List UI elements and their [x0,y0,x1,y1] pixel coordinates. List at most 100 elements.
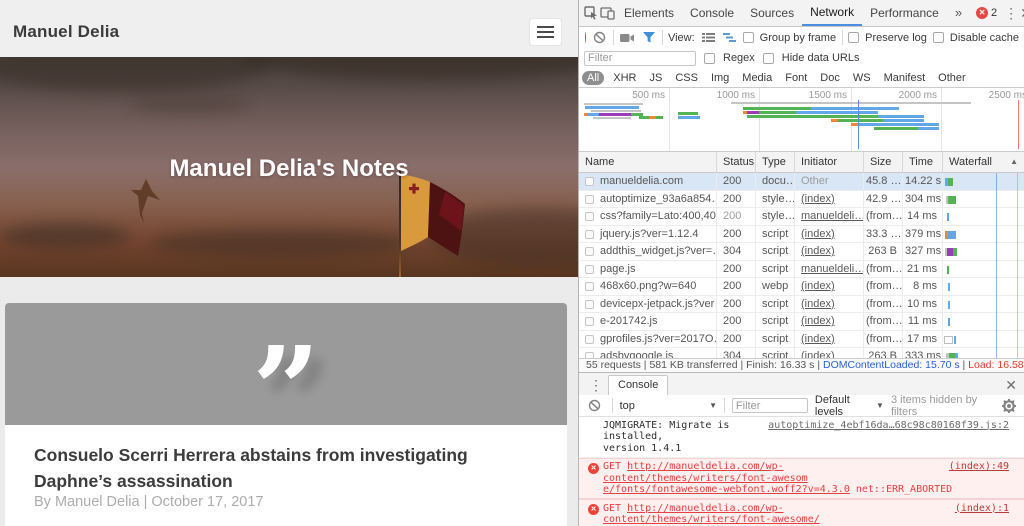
console-message-error[interactable]: ✕GET http://manueldelia.com/wp-content/t… [579,499,1024,526]
sort-arrow-icon[interactable]: ▲ [1010,152,1018,172]
network-table-body: manueldelia.com200docu…Other45.8 …14.22 … [579,173,1024,358]
record-icon[interactable] [585,32,586,43]
tab-performance[interactable]: Performance [862,0,947,26]
overview-request-bar [743,107,811,110]
initiator-link[interactable]: (index) [801,280,835,292]
type-filter-xhr[interactable]: XHR [613,72,636,84]
network-request-row[interactable]: jquery.js?ver=1.12.4200script(index)33.3… [579,226,1024,244]
network-request-row[interactable]: adsbygoogle.js304script(index)263 B333 m… [579,348,1024,358]
regex-checkbox[interactable] [704,53,715,64]
column-header-waterfall[interactable]: Waterfall▲ [943,152,1024,173]
type-filter-other[interactable]: Other [938,72,966,84]
tab-console-drawer[interactable]: Console [608,375,668,395]
devtools-close-icon[interactable]: ✕ [1020,3,1024,23]
network-request-row[interactable]: e-201742.js200script(index)(from…11 ms [579,313,1024,331]
execution-context-select[interactable]: top ▼ [620,400,717,412]
article-title-link[interactable]: Consuelo Scerri Herrera abstains from in… [34,442,514,495]
tab-network[interactable]: Network [802,0,862,26]
column-header-status[interactable]: Status [717,152,756,173]
console-source-link[interactable]: (index):1 [955,503,1009,526]
device-toolbar-icon[interactable] [600,3,615,23]
waterfall-bar [953,248,957,256]
network-overview-timeline[interactable]: 500 ms1000 ms1500 ms2000 ms2500 ms [579,88,1024,152]
type-filter-all[interactable]: All [582,71,604,85]
devtools-menu-kebab-icon[interactable]: ⋮ [1004,3,1018,23]
column-header-name[interactable]: Name [579,152,717,173]
disable-cache-checkbox[interactable] [933,32,944,43]
load-time: Load: 16.58 s [968,359,1024,371]
request-status: 200 [717,173,756,191]
error-count-badge[interactable]: ✕ 2 [976,7,997,19]
type-filter-manifest[interactable]: Manifest [884,72,926,84]
initiator-link[interactable]: (index) [801,193,835,205]
console-message-error[interactable]: ✕GET http://manueldelia.com/wp-content/t… [579,458,1024,500]
request-type: script [756,348,795,358]
inspect-element-icon[interactable] [584,3,598,23]
initiator-link[interactable]: (index) [801,245,835,257]
console-settings-gear-icon[interactable] [1000,396,1018,416]
network-request-row[interactable]: css?family=Lato:400,40…200style…manuelde… [579,208,1024,226]
network-filter-input[interactable] [584,51,696,66]
filter-funnel-icon[interactable] [643,28,655,48]
initiator-link[interactable]: (index) [801,315,835,327]
column-header-size[interactable]: Size [864,152,903,173]
type-filter-font[interactable]: Font [785,72,807,84]
tab-console[interactable]: Console [682,0,742,26]
overview-request-bar [878,115,924,118]
initiator-link[interactable]: (index) [801,350,835,358]
network-request-row[interactable]: addthis_widget.js?ver=…304script(index)2… [579,243,1024,261]
initiator-link[interactable]: (index) [801,228,835,240]
quote-block[interactable]: ” [5,303,567,425]
column-header-initiator[interactable]: Initiator [795,152,864,173]
network-request-row[interactable]: devicepx-jetpack.js?ver…200script(index)… [579,296,1024,314]
initiator-link[interactable]: manueldeli… [801,210,864,222]
network-request-row[interactable]: page.js200scriptmanueldeli…(from…21 ms [579,261,1024,279]
capture-screenshots-icon[interactable] [620,28,635,48]
type-filter-css[interactable]: CSS [675,72,698,84]
network-request-row[interactable]: manueldelia.com200docu…Other45.8 …14.22 … [579,173,1024,191]
column-header-type[interactable]: Type [756,152,795,173]
waterfall-bar [944,336,953,344]
preserve-log-checkbox[interactable] [848,32,859,43]
group-by-frame-checkbox[interactable] [743,32,754,43]
log-levels-select[interactable]: Default levels ▼ [815,394,884,418]
type-filter-js[interactable]: JS [649,72,662,84]
network-request-row[interactable]: gprofiles.js?ver=2017O…200script(index)(… [579,331,1024,349]
overview-tick-label: 1000 ms [717,90,759,101]
view-list-icon[interactable] [702,28,715,48]
drawer-menu-kebab-icon[interactable]: ⋮ [589,377,603,394]
view-waterfall-icon[interactable] [723,28,736,48]
tab-elements[interactable]: Elements [616,0,682,26]
type-filter-doc[interactable]: Doc [820,72,840,84]
network-request-row[interactable]: 468x60.png?w=640200webp(index)(from…8 ms [579,278,1024,296]
error-icon: ✕ [588,504,599,515]
console-message-log[interactable]: JQMIGRATE: Migrate is installed,autoptim… [579,417,1024,458]
initiator-link[interactable]: (index) [801,298,835,310]
more-tabs-icon[interactable]: » [947,0,970,26]
console-source-link[interactable]: (index):49 [949,461,1009,484]
console-url-link[interactable]: e/fonts/fontawesome-webfont.woff2?v=4.3.… [603,484,850,495]
column-header-time[interactable]: Time [903,152,943,173]
initiator-link[interactable]: manueldeli… [801,263,864,275]
clear-icon[interactable] [593,28,606,48]
console-message-text: version 1.4.1 [603,443,681,454]
type-filter-media[interactable]: Media [742,72,772,84]
hide-data-urls-checkbox[interactable] [763,53,774,64]
hamburger-menu-icon[interactable] [530,19,561,45]
request-time: 17 ms [903,331,943,349]
tab-sources[interactable]: Sources [742,0,802,26]
console-url-link[interactable]: http://manueldelia.com/wp-content/themes… [603,461,808,484]
network-table-header[interactable]: NameStatusTypeInitiatorSizeTimeWaterfall… [579,152,1024,173]
initiator-link[interactable]: (index) [801,333,835,345]
request-time: 304 ms [903,191,943,209]
console-url-link[interactable]: http://manueldelia.com/wp-content/themes… [603,503,820,526]
request-waterfall [943,296,1024,314]
overview-request-bar [585,106,639,109]
type-filter-img[interactable]: Img [711,72,729,84]
network-request-row[interactable]: autoptimize_93a6a854…200style…(index)42.… [579,191,1024,209]
clear-console-icon[interactable] [586,396,604,416]
console-source-link[interactable]: autoptimize_4ebf16da…68c98c80168f39.js:2 [768,420,1009,443]
console-filter-input[interactable] [732,398,808,413]
drawer-close-icon[interactable]: ✕ [1005,377,1017,394]
type-filter-ws[interactable]: WS [853,72,871,84]
